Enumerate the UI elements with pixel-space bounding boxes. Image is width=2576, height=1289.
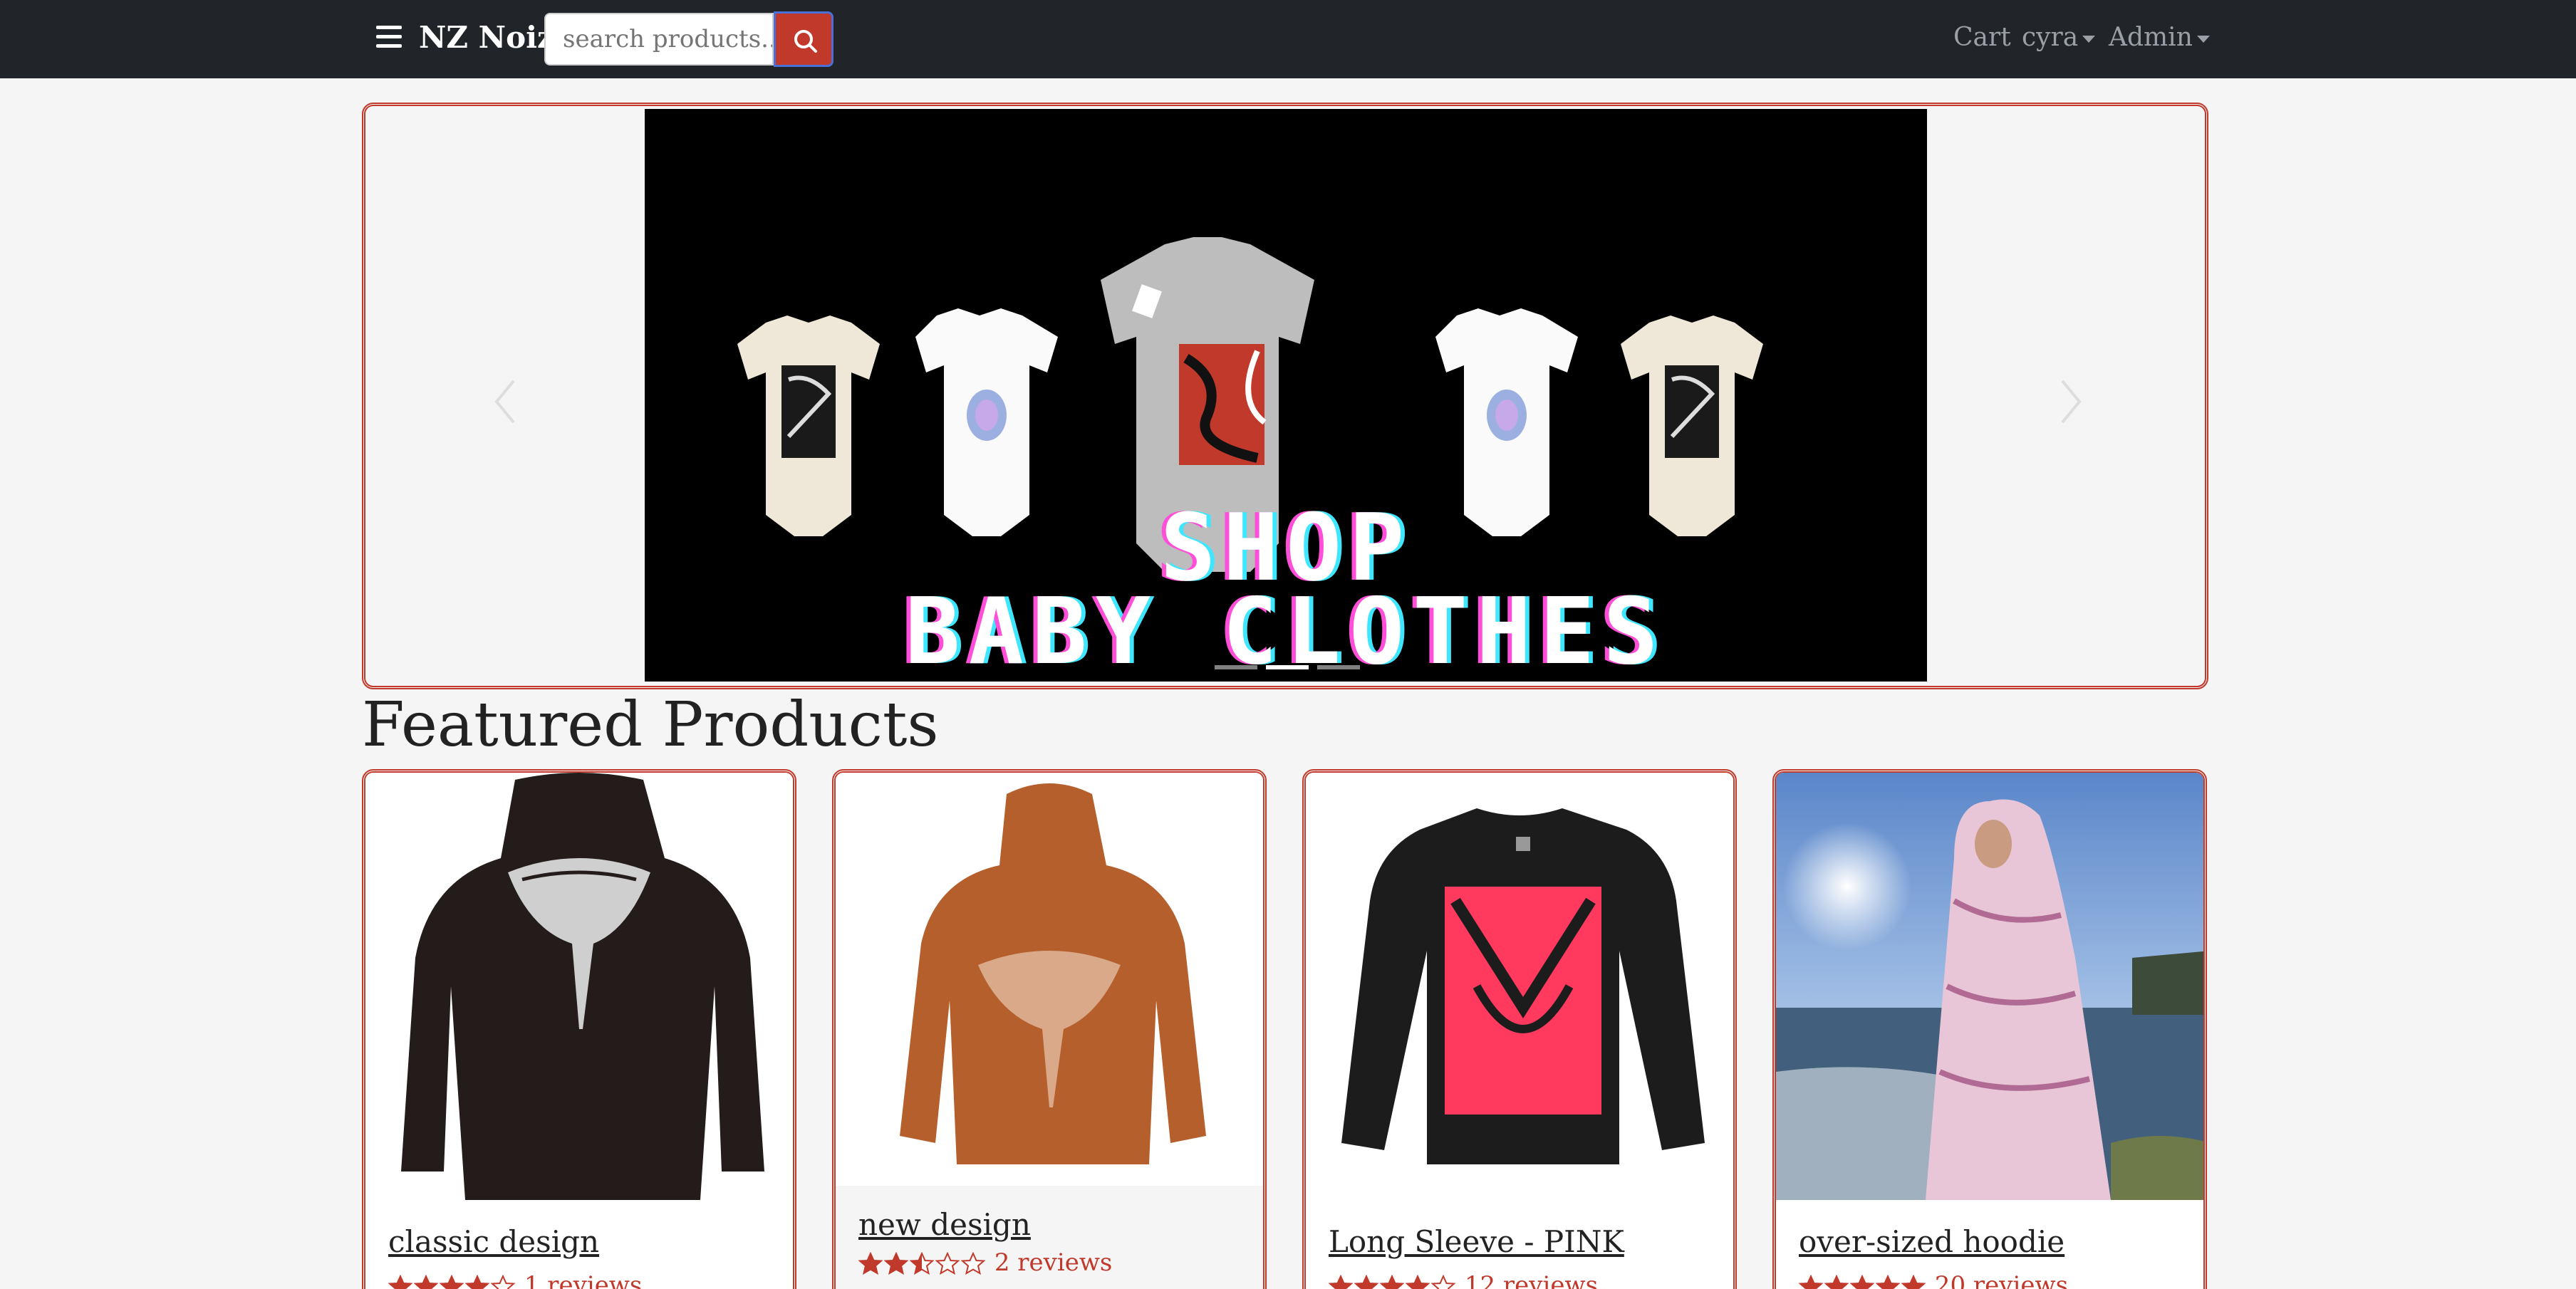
rating-stars-icon	[1329, 1271, 1457, 1289]
admin-dropdown-label: Admin	[2109, 23, 2193, 52]
product-card-body: over-sized hoodie 20 reviews	[1776, 1200, 2203, 1289]
star-icon	[388, 1275, 412, 1289]
star-icon	[440, 1275, 464, 1289]
star-icon	[491, 1275, 515, 1289]
product-card[interactable]: over-sized hoodie 20 reviews	[1772, 769, 2207, 1289]
user-dropdown-label: cyra	[2022, 23, 2079, 52]
review-count: 2 reviews	[994, 1248, 1113, 1277]
chevron-down-icon	[2082, 36, 2096, 43]
star-icon	[1824, 1275, 1849, 1289]
star-icon	[1901, 1275, 1926, 1289]
product-image[interactable]	[1776, 773, 2203, 1200]
product-card-body: Long Sleeve - PINK 12 reviews	[1306, 1200, 1733, 1289]
rating-stars-icon	[858, 1248, 987, 1277]
review-count: 12 reviews	[1464, 1271, 1599, 1289]
product-rating: 20 reviews	[1799, 1271, 2068, 1289]
cart-link[interactable]: Cart	[1953, 23, 2011, 52]
search-icon	[794, 30, 817, 53]
review-count: 1 reviews	[524, 1271, 643, 1289]
star-icon	[1406, 1275, 1430, 1289]
admin-dropdown[interactable]: Admin	[2109, 23, 2210, 52]
star-icon	[935, 1252, 960, 1275]
product-card[interactable]: Long Sleeve - PINK 12 reviews	[1302, 769, 1737, 1289]
product-card[interactable]: new design 2 reviews	[832, 769, 1267, 1289]
star-icon	[884, 1252, 908, 1275]
product-title[interactable]: classic design	[388, 1224, 599, 1259]
chevron-down-icon	[2196, 36, 2210, 43]
product-rating: 12 reviews	[1329, 1271, 1598, 1289]
user-dropdown[interactable]: cyra	[2022, 23, 2096, 52]
star-icon	[1329, 1275, 1353, 1289]
product-title[interactable]: over-sized hoodie	[1799, 1224, 2065, 1259]
review-count: 20 reviews	[1934, 1271, 2069, 1289]
star-icon	[465, 1275, 489, 1289]
star-icon	[414, 1275, 438, 1289]
star-icon	[910, 1252, 934, 1275]
carousel-indicator[interactable]	[1266, 665, 1309, 669]
star-icon	[1850, 1275, 1874, 1289]
rating-stars-icon	[1799, 1271, 1927, 1289]
carousel-indicator[interactable]	[1215, 665, 1257, 669]
rating-stars-icon	[388, 1271, 516, 1289]
product-card-body: new design 2 reviews	[836, 1186, 1263, 1289]
product-title[interactable]: new design	[858, 1207, 1031, 1242]
brand-logo[interactable]: NZ Noiz	[419, 20, 554, 55]
product-rating: 2 reviews	[858, 1248, 1112, 1277]
carousel-indicator[interactable]	[1317, 665, 1360, 669]
search-button[interactable]	[774, 11, 833, 67]
carousel-slide-image: SHOP BABY CLOTHES	[645, 109, 1927, 682]
star-icon	[1380, 1275, 1404, 1289]
top-navbar: NZ Noiz Cart cyra Admin	[0, 0, 2576, 78]
product-image[interactable]	[365, 773, 793, 1200]
featured-products-heading: Featured Products	[362, 689, 939, 761]
product-card[interactable]: classic design 1 reviews	[362, 769, 796, 1289]
hero-carousel: SHOP BABY CLOTHES	[362, 103, 2208, 689]
star-icon	[1799, 1275, 1823, 1289]
product-card-body: classic design 1 reviews	[365, 1200, 793, 1289]
star-icon	[1354, 1275, 1378, 1289]
carousel-next-icon[interactable]	[2057, 377, 2085, 427]
carousel-indicators	[1215, 659, 1368, 672]
product-image[interactable]	[1306, 773, 1733, 1200]
star-icon	[858, 1252, 883, 1275]
search-input[interactable]	[544, 13, 774, 66]
product-title[interactable]: Long Sleeve - PINK	[1329, 1224, 1624, 1259]
star-icon	[961, 1252, 985, 1275]
product-rating: 1 reviews	[388, 1271, 642, 1289]
product-image[interactable]	[836, 773, 1263, 1186]
star-icon	[1431, 1275, 1455, 1289]
carousel-prev-icon[interactable]	[491, 377, 519, 427]
hamburger-menu-icon[interactable]	[376, 26, 402, 51]
star-icon	[1876, 1275, 1900, 1289]
